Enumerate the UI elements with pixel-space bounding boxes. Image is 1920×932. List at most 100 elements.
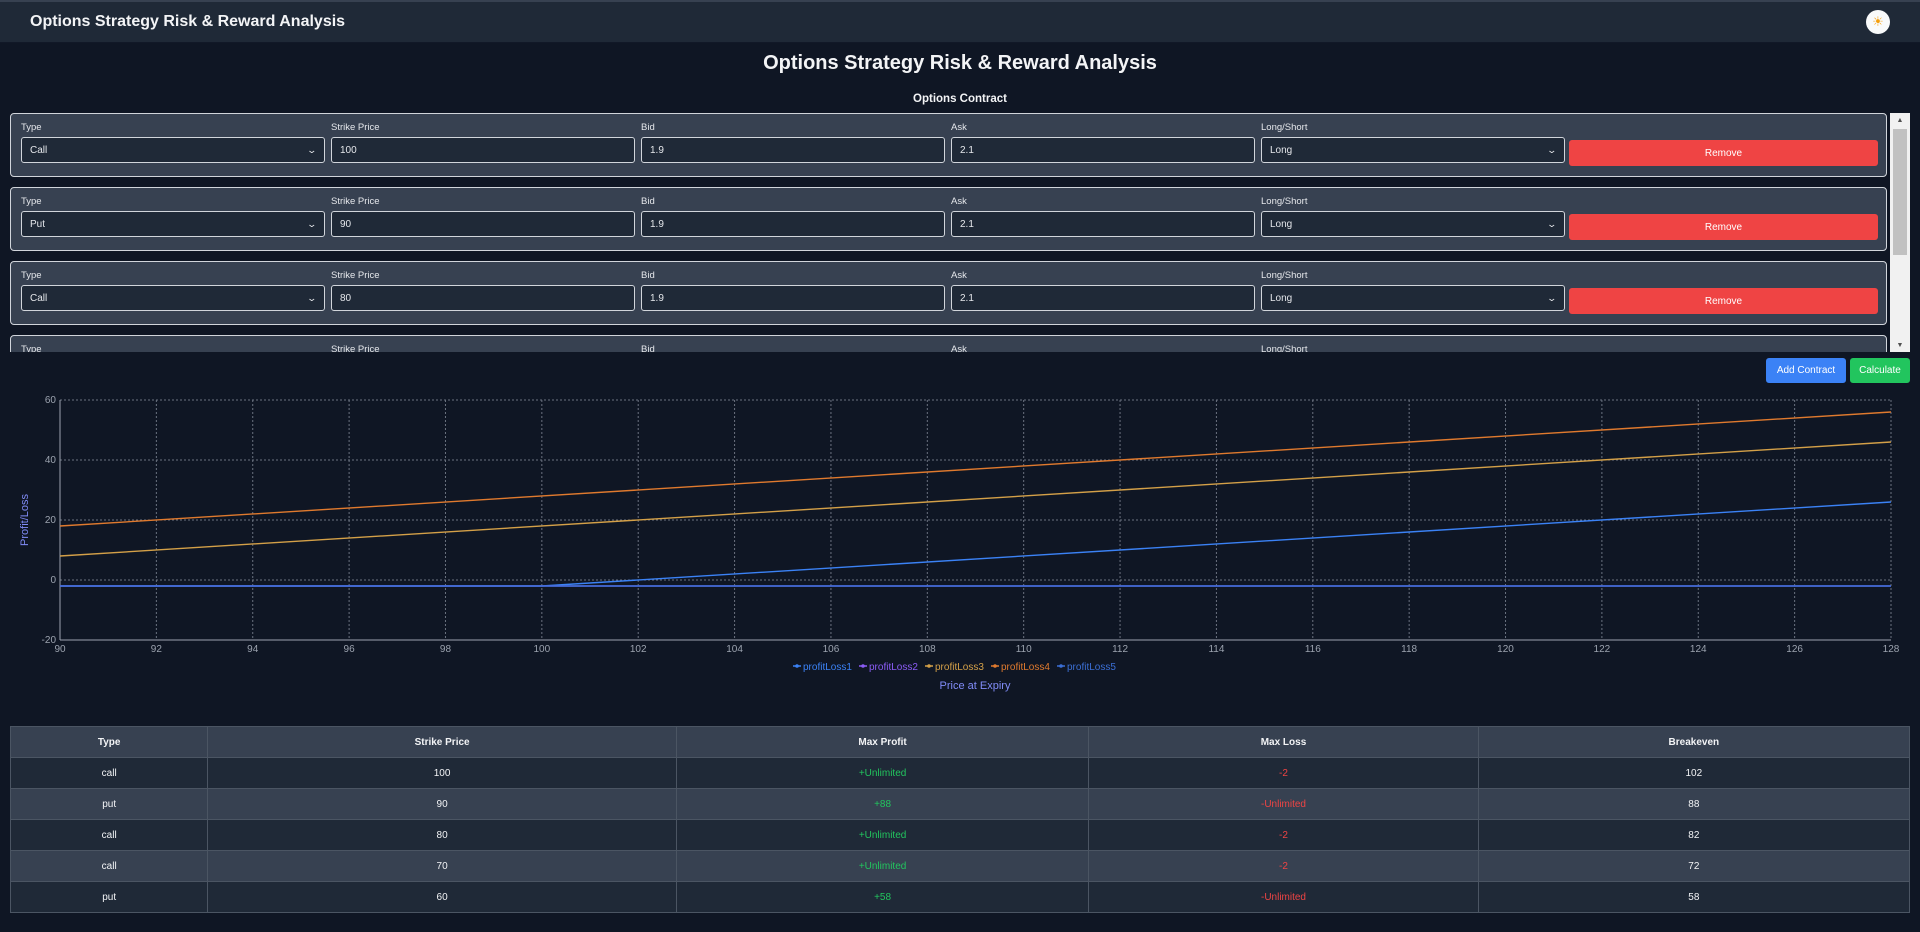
series-line-profitLoss3 [59, 441, 1892, 557]
bid-label: Bid [641, 270, 655, 281]
bid-input[interactable]: 1.9 [641, 211, 945, 237]
bid-value: 1.9 [650, 218, 664, 230]
table-cell: 82 [1477, 819, 1911, 851]
scroll-down-icon[interactable]: ▼ [1890, 338, 1910, 352]
side-value: Long [1270, 292, 1293, 304]
table-cell: 60 [207, 881, 677, 913]
remove-button[interactable]: Remove [1569, 214, 1878, 240]
y-tick-label: 40 [45, 455, 57, 466]
add-contract-button[interactable]: Add Contract [1766, 358, 1846, 383]
x-tick-label: 122 [1594, 644, 1611, 655]
table-cell: 88 [1477, 788, 1911, 820]
table-cell: +Unlimited [675, 819, 1090, 851]
table-cell: 90 [207, 788, 677, 820]
side-select[interactable]: Long ⌄ [1261, 137, 1565, 163]
type-value: Put [30, 218, 46, 230]
table-row: call 100 +Unlimited -2 102 [9, 757, 1911, 789]
bid-field: Bid 1.9 [641, 196, 945, 237]
x-tick-label: 98 [440, 644, 452, 655]
chevron-down-icon: ⌄ [1546, 292, 1558, 303]
table-cell: call [9, 850, 209, 882]
x-tick-label: 112 [1112, 644, 1128, 655]
strike-value: 90 [340, 218, 352, 230]
bid-input[interactable]: 1.9 [641, 137, 945, 163]
series-line-profitLoss1 [60, 501, 1892, 587]
contract-card: Type Put ⌄ Strike Price 90 Bid 1.9 Ask 2.1 Long/S… [10, 187, 1887, 251]
column-header: Breakeven [1477, 726, 1911, 758]
ask-input[interactable]: 2.1 [951, 285, 1255, 311]
x-tick-label: 114 [1208, 644, 1224, 655]
side-label: Long/Short [1261, 122, 1308, 133]
scroll-up-icon[interactable]: ▲ [1890, 113, 1910, 127]
chevron-down-icon: ⌄ [306, 144, 318, 155]
legend-label: profitLoss4 [1001, 662, 1050, 673]
table-cell: -2 [1088, 819, 1479, 851]
page-title: Options Strategy Risk & Reward Analysis [763, 52, 1157, 74]
strike-value: 100 [340, 144, 357, 156]
table-cell: call [9, 757, 209, 789]
ask-input[interactable]: 2.1 [951, 137, 1255, 163]
type-field: Type Call ⌄ [21, 270, 325, 311]
strike-input[interactable]: 100 [331, 137, 635, 163]
type-select[interactable]: Put ⌄ [21, 211, 325, 237]
table-cell: +Unlimited [675, 757, 1090, 789]
ask-input[interactable]: 2.1 [951, 211, 1255, 237]
top-bar: Options Strategy Risk & Reward Analysis … [0, 0, 1920, 43]
contracts-scrollbar[interactable]: ▲ ▼ [1890, 113, 1910, 352]
remove-button[interactable]: Remove [1569, 140, 1878, 166]
type-field: Type Call ⌄ [21, 122, 325, 163]
x-tick-label: 124 [1690, 644, 1707, 655]
x-tick-label: 118 [1401, 644, 1417, 655]
bid-field: Bid [641, 344, 945, 352]
type-label: Type [21, 344, 42, 352]
table-cell: put [9, 881, 209, 913]
x-tick-label: 110 [1016, 644, 1032, 655]
table-cell: 80 [207, 819, 677, 851]
ask-label: Ask [951, 122, 967, 133]
side-field: Long/Short Long ⌄ [1261, 122, 1565, 163]
column-header: Max Loss [1088, 726, 1479, 758]
type-value: Call [30, 144, 48, 156]
side-label: Long/Short [1261, 344, 1308, 352]
remove-button[interactable]: Remove [1569, 288, 1878, 314]
x-tick-label: 116 [1305, 644, 1321, 655]
ask-field: Ask 2.1 [951, 122, 1255, 163]
type-select[interactable]: Call ⌄ [21, 137, 325, 163]
x-tick-label: 108 [919, 644, 936, 655]
strike-label: Strike Price [331, 344, 380, 352]
scroll-thumb[interactable] [1893, 129, 1907, 255]
ask-value: 2.1 [960, 292, 974, 304]
ask-label: Ask [951, 344, 967, 352]
results-table: Type Strike Price Max Profit Max Loss Breake… [9, 726, 1911, 913]
column-header: Type [9, 726, 209, 758]
table-cell: put [9, 788, 209, 820]
side-select[interactable]: Long ⌄ [1261, 211, 1565, 237]
type-select[interactable]: Call ⌄ [21, 285, 325, 311]
contract-card: Type⌄Strike PriceBidAskLong/Short⌄Remove [10, 335, 1887, 352]
x-tick-label: 90 [54, 644, 66, 655]
table-cell: -Unlimited [1088, 788, 1479, 820]
chevron-down-icon: ⌄ [306, 292, 318, 303]
sun-icon[interactable]: ☀ [1866, 10, 1890, 34]
bid-input[interactable]: 1.9 [641, 285, 945, 311]
x-tick-label: 106 [823, 644, 840, 655]
side-value: Long [1270, 144, 1293, 156]
side-select[interactable]: Long ⌄ [1261, 285, 1565, 311]
x-axis-title: Price at Expiry [940, 680, 1011, 692]
calculate-button[interactable]: Calculate [1850, 358, 1910, 383]
results-header-row: Type Strike Price Max Profit Max Loss Breake… [9, 726, 1911, 758]
x-tick-label: 92 [151, 644, 163, 655]
x-tick-label: 128 [1883, 644, 1900, 655]
x-tick-label: 94 [247, 644, 259, 655]
ask-value: 2.1 [960, 144, 974, 156]
legend-dot [927, 664, 931, 668]
ask-value: 2.1 [960, 218, 974, 230]
bid-field: Bid 1.9 [641, 270, 945, 311]
table-cell: +88 [675, 788, 1090, 820]
legend-dot [861, 664, 865, 668]
strike-field: Strike Price 80 [331, 270, 635, 311]
strike-input[interactable]: 80 [331, 285, 635, 311]
strike-field: Strike Price [331, 344, 635, 352]
strike-input[interactable]: 90 [331, 211, 635, 237]
x-tick-label: 102 [630, 644, 647, 655]
